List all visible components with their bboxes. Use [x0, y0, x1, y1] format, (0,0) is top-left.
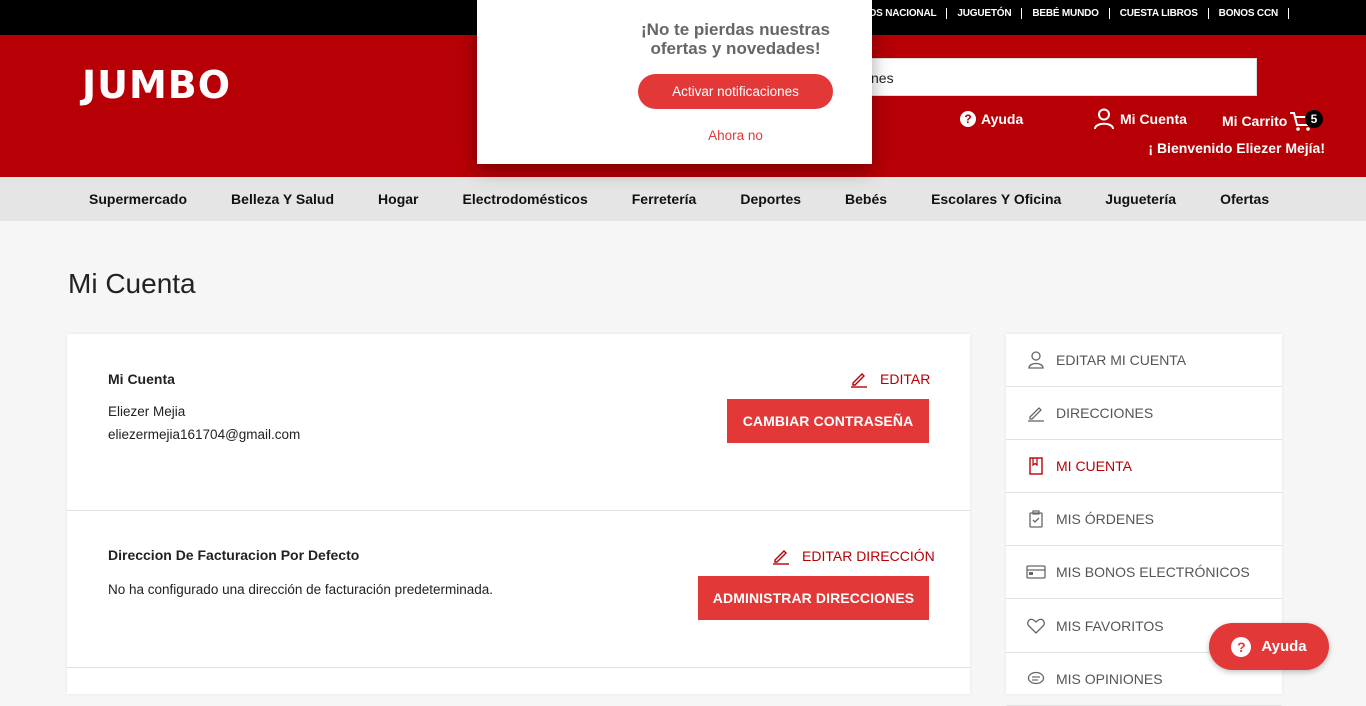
pencil-icon [773, 550, 789, 565]
heart-icon [1026, 618, 1046, 634]
top-link-bebe-mundo[interactable]: BEBÉ MUNDO [1022, 7, 1110, 19]
category-electrodomesticos[interactable]: Electrodomésticos [440, 191, 609, 207]
sidebar-item-label: MIS OPINIONES [1056, 671, 1163, 687]
edit-account-label: EDITAR [880, 371, 931, 387]
top-link-cuesta-libros[interactable]: CUESTA LIBROS [1110, 7, 1209, 19]
pencil-icon [851, 373, 867, 388]
cart-link[interactable]: Mi Carrito 5 [1222, 110, 1323, 132]
billing-section-title: Direccion De Facturacion Por Defecto [108, 547, 360, 563]
sidebar-item-label: EDITAR MI CUENTA [1056, 352, 1187, 368]
top-link-bonos-ccn[interactable]: BONOS CCN [1209, 7, 1289, 19]
comment-icon [1026, 671, 1046, 687]
card-icon [1026, 564, 1046, 580]
category-ferreteria[interactable]: Ferretería [610, 191, 719, 207]
top-link-jugueton[interactable]: JUGUETÓN [947, 7, 1023, 19]
sidebar-item-editar-mi-cuenta[interactable]: EDITAR MI CUENTA [1006, 334, 1282, 387]
manage-addresses-button[interactable]: ADMINISTRAR DIRECCIONES [698, 576, 929, 620]
category-nav: Supermercado Belleza Y Salud Hogar Elect… [0, 177, 1366, 221]
category-belleza-y-salud[interactable]: Belleza Y Salud [209, 191, 356, 207]
sidebar-item-label: MIS BONOS ELECTRÓNICOS [1056, 564, 1250, 580]
sidebar-item-label: MIS ÓRDENES [1056, 511, 1155, 527]
edit-address-label: EDITAR DIRECCIÓN [802, 548, 935, 564]
sidebar-item-label: DIRECCIONES [1056, 405, 1154, 421]
billing-address-section: Direccion De Facturacion Por Defecto No … [67, 511, 970, 668]
sidebar-item-direcciones[interactable]: DIRECCIONES [1006, 387, 1282, 440]
welcome-message: ¡ Bienvenido Eliezer Mejía! [1148, 140, 1325, 156]
account-info-section: Mi Cuenta Eliezer Mejia eliezermejia1617… [67, 334, 970, 511]
floating-help-label: Ayuda [1261, 638, 1307, 655]
sidebar-item-mis-ordenes[interactable]: MIS ÓRDENES [1006, 493, 1282, 546]
account-card: Mi Cuenta Eliezer Mejia eliezermejia1617… [67, 334, 970, 694]
cart-label: Mi Carrito [1222, 113, 1288, 129]
question-circle-icon: ? [1231, 636, 1252, 657]
search-input[interactable]: nes [840, 58, 1257, 96]
page-title: Mi Cuenta [68, 268, 196, 299]
not-now-link[interactable]: Ahora no [638, 128, 833, 143]
floating-help-button[interactable]: ? Ayuda [1209, 623, 1329, 670]
change-password-button[interactable]: CAMBIAR CONTRASEÑA [727, 399, 929, 443]
category-jugueteria[interactable]: Juguetería [1083, 191, 1198, 207]
category-deportes[interactable]: Deportes [718, 191, 823, 207]
jumbo-logo[interactable]: JUMBO [82, 63, 231, 107]
pencil-icon [1026, 404, 1046, 422]
billing-section-text: No ha configurado una dirección de factu… [108, 582, 493, 597]
account-label: Mi Cuenta [1120, 111, 1187, 127]
category-bebes[interactable]: Bebés [823, 191, 909, 207]
account-link[interactable]: Mi Cuenta [1094, 108, 1187, 130]
top-links: DOS NACIONAL JUGUETÓN BEBÉ MUNDO CUESTA … [852, 0, 1289, 26]
popup-title: ¡No te pierdas nuestras ofertas y noveda… [641, 20, 830, 58]
account-name: Eliezer Mejia [108, 404, 186, 419]
user-icon [1026, 351, 1046, 369]
notification-popup: ¡No te pierdas nuestras ofertas y noveda… [477, 0, 872, 164]
sidebar-item-label: MI CUENTA [1056, 458, 1132, 474]
sidebar-item-mi-cuenta[interactable]: MI CUENTA [1006, 440, 1282, 493]
clipboard-icon [1026, 510, 1046, 528]
edit-address-link[interactable]: EDITAR DIRECCIÓN [772, 547, 935, 565]
account-section-title: Mi Cuenta [108, 371, 175, 387]
bookmark-icon [1026, 457, 1046, 475]
question-circle-icon: ? [960, 111, 976, 127]
help-label: Ayuda [981, 111, 1024, 127]
account-email: eliezermejia161704@gmail.com [108, 427, 301, 442]
help-link[interactable]: ? Ayuda [960, 111, 1023, 127]
cart-count-badge: 5 [1305, 110, 1323, 128]
edit-account-link[interactable]: EDITAR [850, 370, 930, 388]
user-icon [1094, 108, 1114, 130]
sidebar-item-mis-bonos-electronicos[interactable]: MIS BONOS ELECTRÓNICOS [1006, 546, 1282, 599]
category-supermercado[interactable]: Supermercado [67, 191, 209, 207]
search-input-value: nes [871, 70, 894, 86]
category-escolares-y-oficina[interactable]: Escolares Y Oficina [909, 191, 1083, 207]
sidebar-item-label: MIS FAVORITOS [1056, 618, 1164, 634]
category-ofertas[interactable]: Ofertas [1198, 191, 1291, 207]
activate-notifications-button[interactable]: Activar notificaciones [638, 74, 833, 109]
category-hogar[interactable]: Hogar [356, 191, 440, 207]
